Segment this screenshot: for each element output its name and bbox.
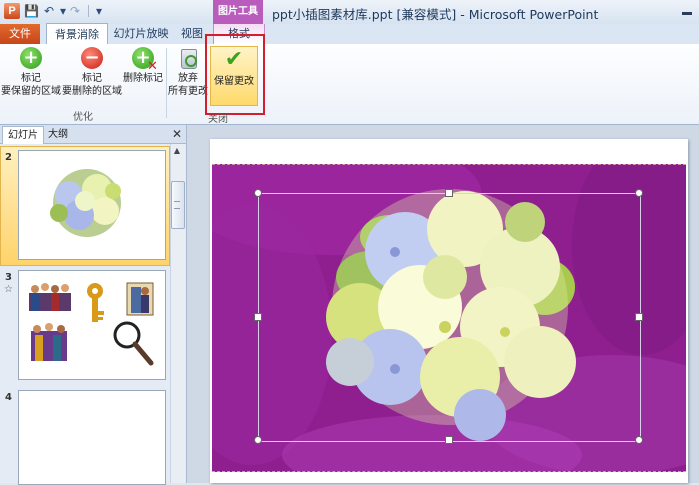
slide-number: 3 [5, 272, 12, 283]
key-icon [87, 283, 104, 322]
discard-changes-button[interactable]: 放弃 所有更改 [168, 47, 208, 105]
customize-toolbar-icon[interactable]: ▾ [92, 3, 106, 19]
delete-mark-label: 删除标记 [123, 73, 163, 84]
window-title: ppt小插图素材库.ppt [兼容模式] - Microsoft PowerPo… [272, 7, 599, 22]
discard-line2: 所有更改 [168, 86, 208, 97]
picture-tools-label: 图片工具 [218, 6, 258, 17]
tab-file[interactable]: 文件 [0, 24, 40, 44]
resize-handle[interactable] [254, 189, 262, 197]
mark-keep-line2: 要保留的区域 [1, 86, 61, 97]
toolbar-divider [88, 5, 89, 17]
tab-slide-show[interactable]: 幻灯片放映 [110, 24, 172, 44]
close-icon[interactable]: ✕ [170, 127, 184, 141]
resize-handle[interactable] [445, 436, 453, 444]
people-icon [29, 283, 71, 311]
minimize-button[interactable] [680, 5, 694, 17]
group-divider [166, 48, 167, 118]
slide-thumbnail-2[interactable] [18, 150, 166, 260]
clipart-thumbnail [29, 282, 154, 366]
resize-handle[interactable] [635, 189, 643, 197]
delete-mark-button[interactable]: + ✕ 删除标记 [122, 47, 164, 91]
resize-handle[interactable] [635, 436, 643, 444]
slide-thumbnail-3[interactable] [18, 270, 166, 380]
powerpoint-logo-icon[interactable]: P [4, 3, 20, 19]
tab-background-removal[interactable]: 背景消除 [46, 23, 108, 44]
plus-icon: + [20, 47, 42, 69]
star-icon: ☆ [4, 284, 13, 295]
mark-remove-line1: 标记 [82, 73, 102, 84]
tab-slides[interactable]: 幻灯片 [2, 126, 44, 144]
selection-marquee[interactable] [258, 193, 641, 442]
resize-handle[interactable] [445, 189, 453, 197]
slide-thumbnail-4[interactable] [18, 390, 166, 485]
resize-handle[interactable] [254, 436, 262, 444]
mark-keep-line1: 标记 [21, 73, 41, 84]
tab-outline[interactable]: 大纲 [48, 127, 68, 143]
mark-remove-button[interactable]: − 标记 要删除的区域 [62, 47, 122, 105]
highlight-box [205, 34, 265, 115]
slide-number: 2 [5, 152, 12, 163]
resize-handle[interactable] [254, 313, 262, 321]
scroll-up-icon[interactable]: ▲ [171, 146, 183, 156]
group-label-refine: 优化 [73, 112, 93, 123]
resize-handle[interactable] [635, 313, 643, 321]
minus-icon: − [81, 47, 103, 69]
x-icon: ✕ [147, 59, 158, 74]
magnifier-icon [113, 321, 154, 366]
person-icon [126, 282, 154, 316]
redo-icon[interactable]: ↷ [68, 3, 82, 19]
undo-icon[interactable]: ↶ [42, 3, 56, 19]
discard-line1: 放弃 [178, 73, 198, 84]
scroll-grip-icon [174, 201, 180, 209]
tab-view[interactable]: 视图 [176, 24, 208, 44]
crowd-icon [31, 323, 67, 361]
recycle-bin-icon [181, 49, 197, 69]
hydrangea-thumbnail [50, 169, 121, 237]
mark-keep-button[interactable]: + 标记 要保留的区域 [0, 47, 62, 105]
mark-remove-line2: 要删除的区域 [62, 86, 122, 97]
save-icon[interactable]: 💾 [24, 3, 39, 19]
slide-number: 4 [5, 392, 12, 403]
group-label-close: 关闭 [208, 114, 228, 125]
